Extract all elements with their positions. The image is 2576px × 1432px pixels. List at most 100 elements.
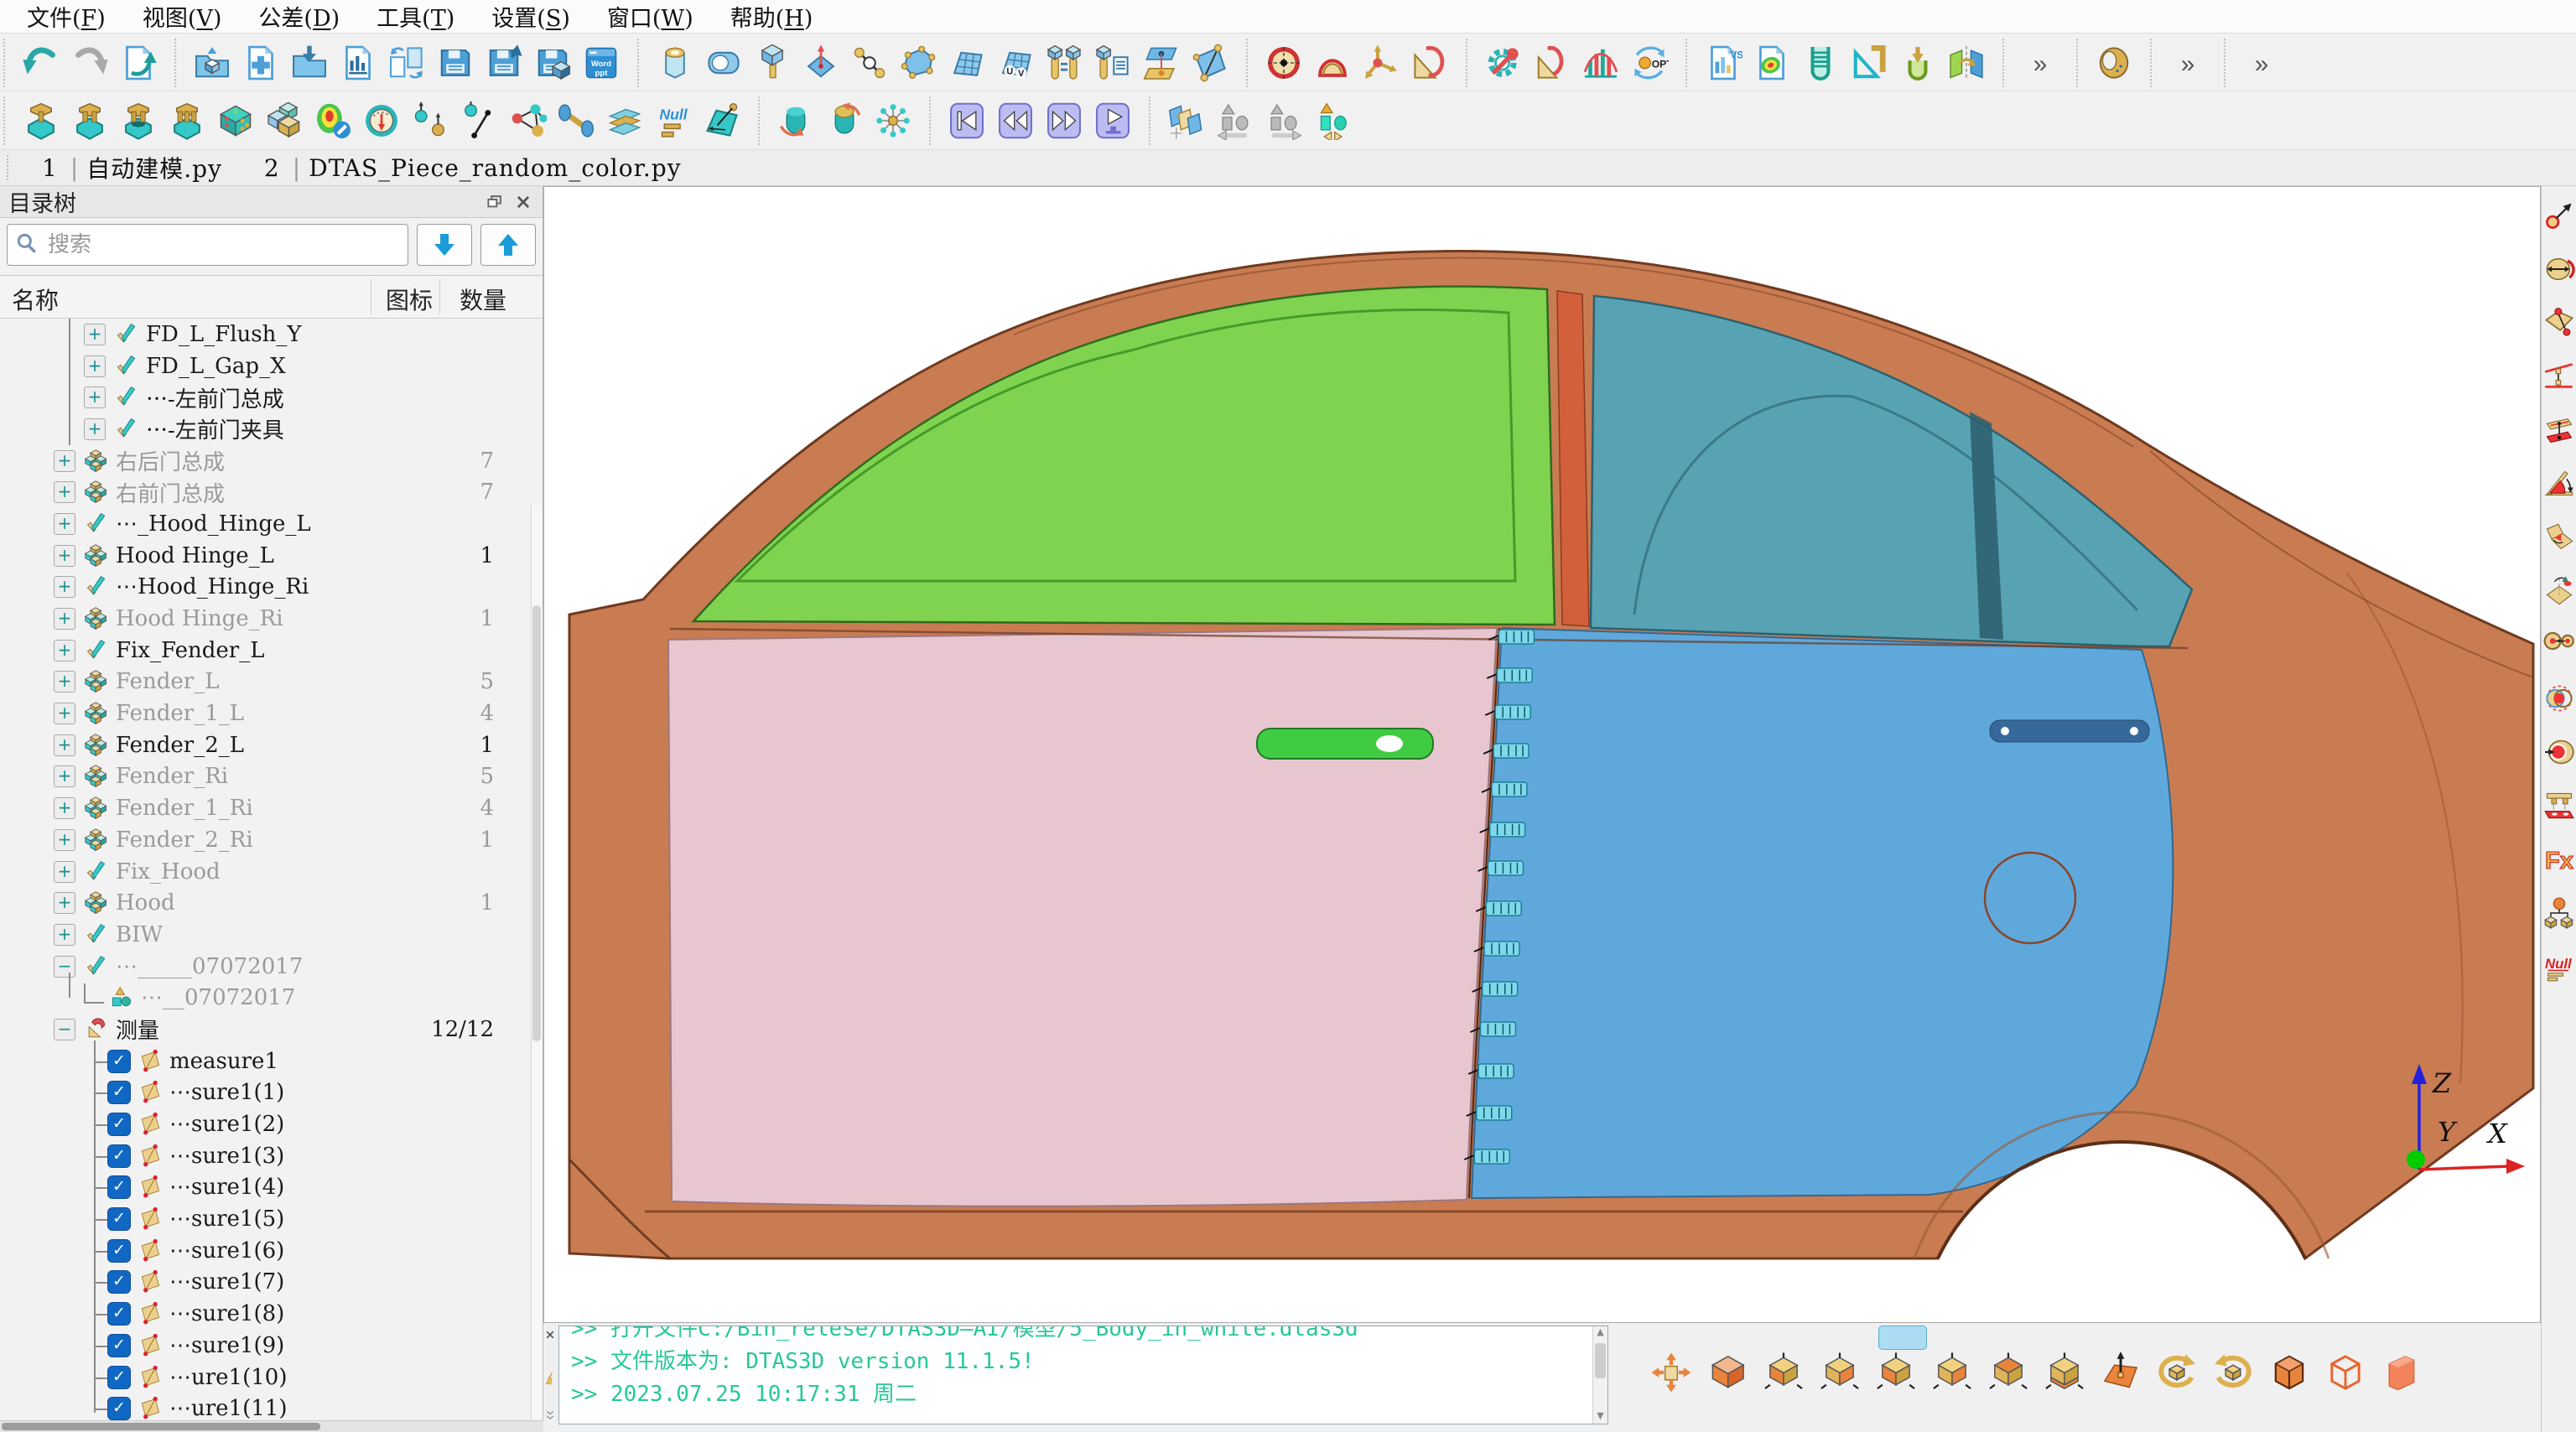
move-component-icon[interactable]	[1162, 96, 1211, 145]
add-quad-feature-icon[interactable]	[1186, 39, 1234, 87]
visibility-checkbox[interactable]: ✓	[107, 1333, 131, 1357]
analysis-report-icon[interactable]	[334, 39, 382, 87]
tree-row[interactable]: ✓ ⋯sure1(4)	[0, 1172, 543, 1204]
tree-row[interactable]: + 右后门总成 7	[0, 445, 543, 477]
bolt-three-pin-icon[interactable]	[163, 96, 211, 145]
add-pin-feature-icon[interactable]	[748, 39, 797, 87]
formula-measure-icon[interactable]: Fx	[2543, 843, 2575, 875]
panel-toggle-button[interactable]	[1878, 1326, 1927, 1350]
tree-row[interactable]: + Fender_2_L 1	[0, 729, 543, 761]
random-color-icon[interactable]	[211, 96, 260, 145]
fixture-measure-icon[interactable]	[2543, 790, 2575, 822]
add-pin-group-feature-icon[interactable]	[1040, 39, 1088, 87]
tree-row[interactable]: ✓ ⋯ure1(11)	[0, 1393, 543, 1424]
add-uv-surface-feature-icon[interactable]: UV	[991, 39, 1040, 87]
menu-view[interactable]: 视图(V)	[124, 0, 241, 33]
car-model[interactable]: Z Y X	[544, 187, 2541, 1323]
tree-row[interactable]: ⋯__07072017	[0, 982, 543, 1014]
expander-icon[interactable]: +	[54, 734, 75, 756]
null-constraint-icon[interactable]: Null	[649, 96, 698, 145]
tree-row[interactable]: + Fix_Fender_L	[0, 635, 543, 667]
statistics-analysis-icon[interactable]	[1576, 39, 1625, 87]
tree-row[interactable]: − 测量 12/12	[0, 1014, 543, 1045]
menu-help[interactable]: 帮助(H)	[712, 0, 832, 33]
tree-row[interactable]: + Hood Hinge_L 1	[0, 540, 543, 572]
tree-row[interactable]: ✓ ⋯sure1(9)	[0, 1330, 543, 1362]
add-dome-feature-icon[interactable]	[1308, 39, 1357, 87]
point-vector-1-icon[interactable]	[406, 96, 454, 145]
explode-view-icon[interactable]	[869, 96, 917, 145]
heatmap-report-icon[interactable]	[1748, 39, 1796, 87]
tree-row[interactable]: − ⋯_____07072017	[0, 951, 543, 983]
redo-icon[interactable]	[65, 39, 114, 87]
expander-icon[interactable]: +	[54, 892, 75, 915]
menu-file[interactable]: 文件(F)	[8, 0, 124, 33]
bolt-one-pin-icon[interactable]	[17, 96, 65, 145]
expander-icon[interactable]: +	[54, 828, 75, 851]
tree-row[interactable]: + Hood Hinge_Ri 1	[0, 603, 543, 635]
point-rotation-measure-icon[interactable]	[2543, 575, 2575, 607]
tolerance-standard-icon[interactable]	[1528, 39, 1576, 87]
add-polygon-feature-icon[interactable]	[894, 39, 943, 87]
console-clear-icon[interactable]	[543, 1372, 557, 1385]
tab-script-2[interactable]: 2 | DTAS_Piece_random_color.py	[251, 154, 705, 182]
expander-icon[interactable]: +	[54, 639, 75, 662]
tolerance-settings-icon[interactable]	[1479, 39, 1528, 87]
null-measure-icon[interactable]: Null	[2543, 951, 2575, 983]
expander-icon[interactable]: +	[54, 576, 75, 599]
console-scrollbar[interactable]: ▲ ▼	[1592, 1326, 1607, 1424]
back-view-icon[interactable]	[1817, 1350, 1862, 1395]
simulation-start-button-icon[interactable]	[943, 96, 991, 145]
3d-viewport[interactable]: Z Y X	[543, 186, 2541, 1323]
tree-row[interactable]: + FD_L_Gap_X	[0, 350, 543, 382]
visibility-checkbox[interactable]: ✓	[107, 1397, 131, 1421]
rotate-component-x-icon[interactable]	[771, 96, 820, 145]
rotate-ccw-view-icon[interactable]	[2210, 1350, 2256, 1395]
parallel-distance-measure-icon[interactable]	[2543, 361, 2575, 392]
expander-icon[interactable]: +	[54, 703, 75, 725]
tree-row[interactable]: ✓ ⋯ure1(10)	[0, 1362, 543, 1393]
import-model-icon[interactable]	[285, 39, 334, 87]
shaded-view-icon[interactable]	[2379, 1350, 2424, 1395]
search-input[interactable]	[46, 231, 401, 258]
deviation-heatmap-icon[interactable]	[309, 96, 357, 145]
simulation-forward-button-icon[interactable]	[1040, 96, 1088, 145]
expander-icon[interactable]: +	[54, 797, 75, 820]
tree-row[interactable]: ✓ ⋯sure1(2)	[0, 1108, 543, 1140]
visibility-checkbox[interactable]: ✓	[107, 1175, 131, 1200]
mirror-component-icon[interactable]	[1942, 39, 1991, 87]
vs-report-icon[interactable]: VS	[1699, 39, 1748, 87]
menu-tools[interactable]: 工具(T)	[358, 0, 473, 33]
search-prev-button[interactable]	[480, 224, 536, 266]
fixture-analysis-icon[interactable]	[1845, 39, 1893, 87]
optimization-icon[interactable]: OPT	[1625, 39, 1674, 87]
tree-vertical-scrollbar[interactable]	[531, 505, 542, 1420]
tree-row[interactable]: + Fender_L 5	[0, 667, 543, 698]
tree-row[interactable]: ✓ ⋯sure1(6)	[0, 1235, 543, 1267]
expander-icon[interactable]: +	[54, 671, 75, 693]
expander-icon[interactable]: +	[54, 923, 75, 946]
pan-view-icon[interactable]	[1649, 1350, 1694, 1395]
add-link-feature-icon[interactable]	[845, 39, 894, 87]
expander-icon[interactable]: +	[54, 544, 75, 567]
tree-row[interactable]: + 右前门总成 7	[0, 476, 543, 508]
isometric-view-icon[interactable]	[1705, 1350, 1750, 1395]
angle-measure-icon[interactable]	[2543, 468, 2575, 500]
save-as-icon[interactable]	[480, 39, 528, 87]
export-word-ppt-icon[interactable]: Word ppt	[577, 39, 626, 87]
menu-settings[interactable]: 设置(S)	[473, 0, 589, 33]
visibility-checkbox[interactable]: ✓	[107, 1207, 131, 1232]
more-tools-2-icon[interactable]: »	[2163, 39, 2212, 87]
angle-datum-icon[interactable]	[1405, 39, 1454, 87]
expander-icon[interactable]: +	[84, 355, 106, 377]
coordinate-system-icon[interactable]	[1357, 39, 1405, 87]
tree-row[interactable]: + ⋯-左前门夹具	[0, 413, 543, 445]
add-cylinder-feature-icon[interactable]	[651, 39, 699, 87]
tree-row[interactable]: ✓ ⋯sure1(8)	[0, 1298, 543, 1330]
visibility-checkbox[interactable]: ✓	[107, 1238, 131, 1263]
point-cloud-icon[interactable]	[600, 96, 649, 145]
console-close-icon[interactable]	[543, 1328, 557, 1341]
rotate-cw-view-icon[interactable]	[2154, 1350, 2199, 1395]
tree-row[interactable]: + Fender_Ri 5	[0, 761, 543, 793]
expander-icon[interactable]: +	[54, 481, 75, 504]
